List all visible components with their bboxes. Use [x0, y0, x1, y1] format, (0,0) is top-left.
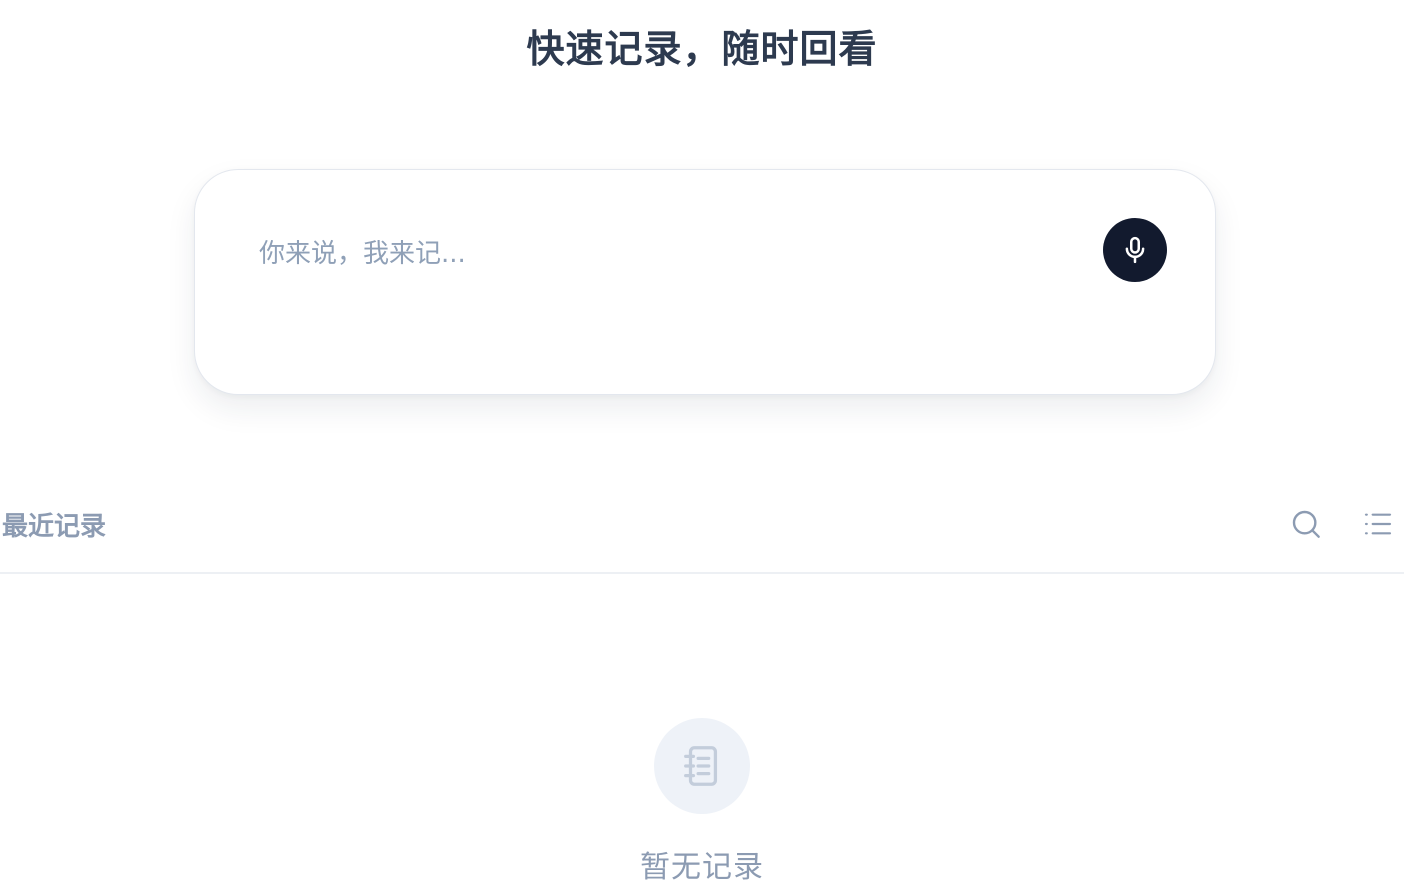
page-title: 快速记录，随时回看	[526, 27, 878, 71]
section-title: 最近记录	[2, 512, 107, 542]
empty-icon-badge	[654, 718, 750, 814]
mic-button[interactable]	[1103, 218, 1167, 282]
note-input[interactable]	[259, 234, 1079, 274]
notebook-icon	[684, 746, 718, 786]
empty-state: 暂无记录	[0, 718, 1404, 886]
page: 快速记录，随时回看 最近记录	[0, 0, 1404, 894]
microphone-icon	[1125, 236, 1145, 264]
list-icon	[1364, 513, 1392, 535]
records-header: 最近记录	[0, 500, 1404, 574]
list-view-button[interactable]	[1358, 504, 1398, 544]
note-composer	[194, 169, 1216, 395]
search-button[interactable]	[1286, 504, 1326, 544]
empty-state-text: 暂无记录	[640, 850, 764, 885]
search-icon	[1292, 510, 1320, 538]
